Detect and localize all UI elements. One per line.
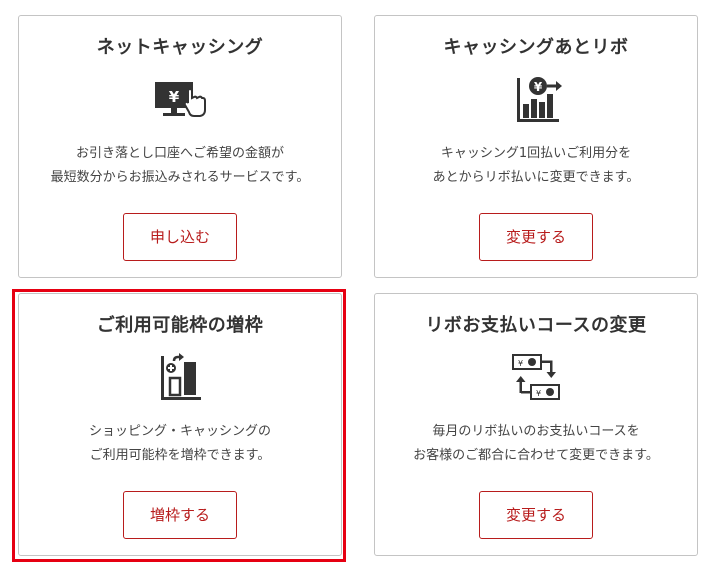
card-ribo-course-change: リボお支払いコースの変更 ¥ ¥ 毎月のリボ払いのお支払いコースを お客様のご都… [374,293,698,556]
change-button[interactable]: 変更する [479,213,593,261]
description-line: お客様のご都合に合わせて変更できます。 [413,448,659,463]
card-title: キャッシングあとリボ [443,37,629,58]
card-description: キャッシング1回払いご利用分を あとからリボ払いに変更できます。 [375,142,697,190]
card-title: ネットキャッシング [96,37,264,58]
description-line: お引き落とし口座へご希望の金額が [75,146,284,161]
description-line: あとからリボ払いに変更できます。 [432,170,640,185]
card-net-cashing: ネットキャッシング ¥ お引き落とし口座へご希望の金額が 最短数分からお振込みさ… [18,15,342,278]
description-line: 最短数分からお振込みされるサービスです。 [50,170,310,185]
card-description: お引き落とし口座へご希望の金額が 最短数分からお振込みされるサービスです。 [19,142,341,190]
svg-text:¥: ¥ [518,359,523,368]
card-cashing-ato-ribo: キャッシングあとリボ ¥ キャッシング1回払いご利用分を あとからリボ払いに変更… [374,15,698,278]
bar-chart-yen-icon: ¥ [517,77,562,122]
card-description: 毎月のリボ払いのお支払いコースを お客様のご都合に合わせて変更できます。 [375,420,697,468]
card-title: リボお支払いコースの変更 [425,315,647,336]
apply-button[interactable]: 申し込む [123,213,237,261]
description-line: キャッシング1回払いご利用分を [440,146,632,161]
change-course-button[interactable]: 変更する [479,491,593,539]
exchange-bills-icon: ¥ ¥ [512,354,560,400]
svg-text:¥: ¥ [169,88,180,106]
svg-text:¥: ¥ [536,389,541,398]
monitor-yen-icon: ¥ [155,82,206,117]
selection-highlight [12,289,346,562]
description-line: 毎月のリボ払いのお支払いコースを [432,424,640,439]
svg-text:¥: ¥ [534,80,543,94]
